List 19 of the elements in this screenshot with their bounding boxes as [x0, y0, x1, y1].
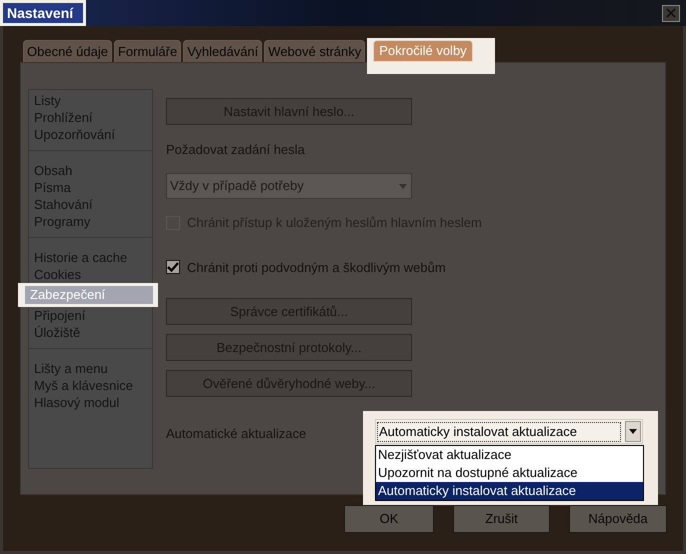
tab[interactable]: Obecné údaje: [23, 40, 112, 62]
tab[interactable]: Vyhledávání: [183, 40, 262, 62]
checkbox[interactable]: [166, 260, 180, 274]
dialog-button[interactable]: Zrušit: [453, 505, 550, 533]
tab[interactable]: Pokročilé volby: [373, 40, 473, 62]
tab[interactable]: Formuláře: [114, 40, 182, 62]
dropdown-option[interactable]: Automaticky instalovat aktualizace: [376, 482, 643, 500]
window-title: Nastavení: [3, 3, 83, 23]
caret-icon: [399, 184, 407, 188]
close-button[interactable]: [662, 4, 680, 22]
tab[interactable]: Webové stránky: [264, 40, 366, 62]
caret-icon: [625, 421, 641, 442]
dropdown-option[interactable]: Nezjišťovat aktualizace: [376, 446, 643, 464]
close-icon: [666, 8, 676, 18]
sidebar-item[interactable]: Zabezpečení: [25, 286, 153, 304]
dialog-button[interactable]: OK: [344, 505, 434, 533]
dropdown-option[interactable]: Upozornit na dostupné aktualizace: [376, 464, 643, 482]
auto-update-dropdown[interactable]: Automaticky instalovat aktualizace: [375, 419, 643, 444]
dialog-button[interactable]: Nápověda: [569, 505, 667, 533]
